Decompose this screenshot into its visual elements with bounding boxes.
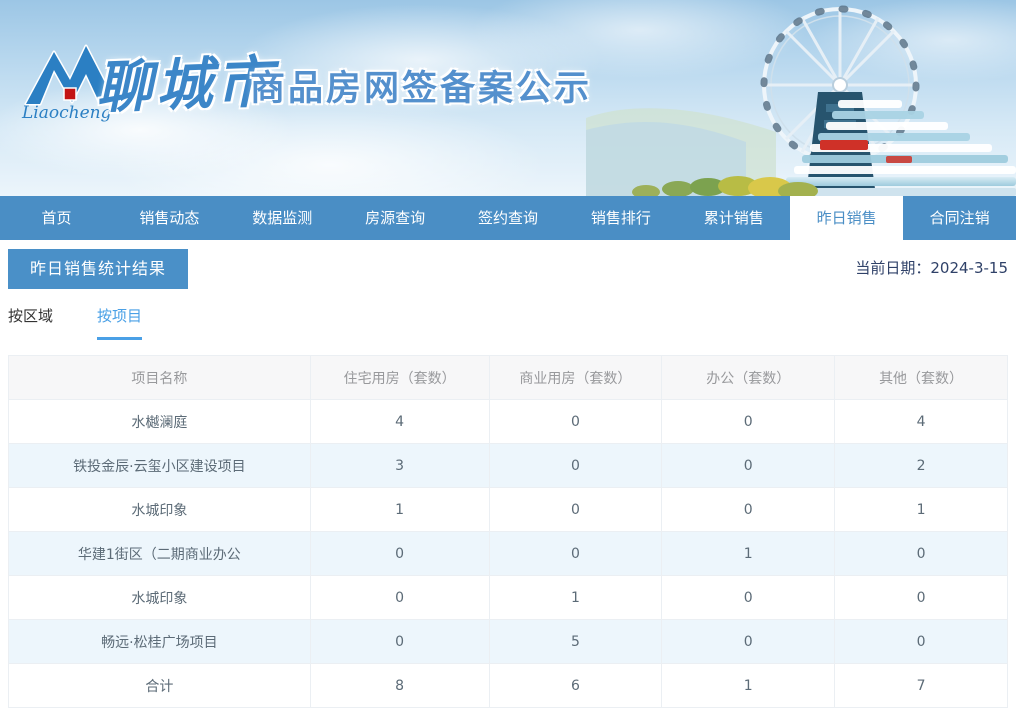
count-cell: 1 [661, 663, 836, 708]
table-row: 铁投金辰·云玺小区建设项目 3 0 0 2 [8, 443, 1008, 488]
count-cell: 0 [488, 399, 663, 444]
project-name-cell: 铁投金辰·云玺小区建设项目 [8, 443, 311, 488]
nav-item[interactable]: 昨日销售 [790, 196, 904, 240]
count-cell: 0 [309, 531, 490, 576]
count-cell: 0 [488, 531, 663, 576]
nav-item[interactable]: 首页 [0, 196, 113, 240]
count-cell: 1 [309, 487, 490, 532]
site-title: 商品房网签备案公示 [250, 69, 593, 109]
nav-item[interactable]: 签约查询 [452, 196, 565, 240]
count-cell: 0 [834, 531, 1008, 576]
count-cell: 0 [309, 619, 490, 664]
count-cell: 5 [488, 619, 663, 664]
nav-item[interactable]: 销售排行 [564, 196, 677, 240]
count-cell: 8 [309, 663, 490, 708]
count-cell: 1 [661, 531, 836, 576]
count-cell: 0 [309, 575, 490, 620]
table-row: 华建1街区（二期商业办公 0 0 1 0 [8, 531, 1008, 576]
nav-item[interactable]: 累计销售 [677, 196, 790, 240]
nav-item[interactable]: 数据监测 [226, 196, 339, 240]
count-cell: 3 [309, 443, 490, 488]
section-title-badge: 昨日销售统计结果 [8, 249, 189, 289]
count-cell: 4 [309, 399, 490, 444]
project-name-cell: 水樾澜庭 [8, 399, 311, 444]
count-cell: 1 [834, 487, 1008, 532]
count-cell: 2 [834, 443, 1008, 488]
count-cell: 0 [661, 443, 836, 488]
count-cell: 0 [661, 399, 836, 444]
count-cell: 0 [488, 443, 663, 488]
nav-item[interactable]: 房源查询 [339, 196, 452, 240]
column-header: 商业用房（套数） [488, 355, 663, 400]
project-name-cell: 水城印象 [8, 575, 311, 620]
content-area: 昨日销售统计结果 当前日期：2024-3-15 按区域 按项目 项目名称 住宅用房（… [0, 240, 1016, 708]
count-cell: 0 [661, 619, 836, 664]
table-row: 水城印象 0 1 0 0 [8, 575, 1008, 620]
column-header: 办公（套数） [661, 355, 836, 400]
table-header-row: 项目名称 住宅用房（套数） 商业用房（套数） 办公（套数） 其他（套数） [8, 355, 1008, 400]
view-tabs: 按区域 按项目 [8, 305, 1008, 340]
ferris-wheel-building-illustration [586, 5, 1016, 196]
column-header: 项目名称 [8, 355, 311, 400]
count-cell: 1 [488, 575, 663, 620]
project-name-cell: 合计 [8, 663, 311, 708]
project-name-cell: 畅远·松桂广场项目 [8, 619, 311, 664]
count-cell: 6 [488, 663, 663, 708]
table-row: 畅远·松桂广场项目 0 5 0 0 [8, 619, 1008, 664]
count-cell: 0 [834, 575, 1008, 620]
tab[interactable]: 按区域 [8, 305, 53, 340]
count-cell: 0 [661, 487, 836, 532]
count-cell: 0 [834, 619, 1008, 664]
count-cell: 0 [488, 487, 663, 532]
nav-item[interactable]: 合同注销 [903, 196, 1016, 240]
count-cell: 0 [661, 575, 836, 620]
sales-table: 项目名称 住宅用房（套数） 商业用房（套数） 办公（套数） 其他（套数） 水樾澜庭 4 0 0… [8, 355, 1008, 708]
project-name-cell: 华建1街区（二期商业办公 [8, 531, 311, 576]
tab[interactable]: 按项目 [97, 305, 143, 340]
table-row: 水城印象 1 0 0 1 [8, 487, 1008, 532]
nav-item[interactable]: 销售动态 [113, 196, 226, 240]
table-row: 合计 8 6 1 7 [8, 663, 1008, 708]
column-header: 其他（套数） [834, 355, 1008, 400]
current-date-label: 当前日期：2024-3-15 [855, 259, 1008, 277]
count-cell: 4 [834, 399, 1008, 444]
count-cell: 7 [834, 663, 1008, 708]
project-name-cell: 水城印象 [8, 487, 311, 532]
main-nav: 首页 销售动态 数据监测 房源查询 签约查询 销售排行 累计销售 昨日销售 合同注销 [0, 196, 1016, 240]
column-header: 住宅用房（套数） [309, 355, 490, 400]
table-row: 水樾澜庭 4 0 0 4 [8, 399, 1008, 444]
header-banner: Liaocheng 聊城市 商品房网签备案公示 [0, 0, 1016, 196]
